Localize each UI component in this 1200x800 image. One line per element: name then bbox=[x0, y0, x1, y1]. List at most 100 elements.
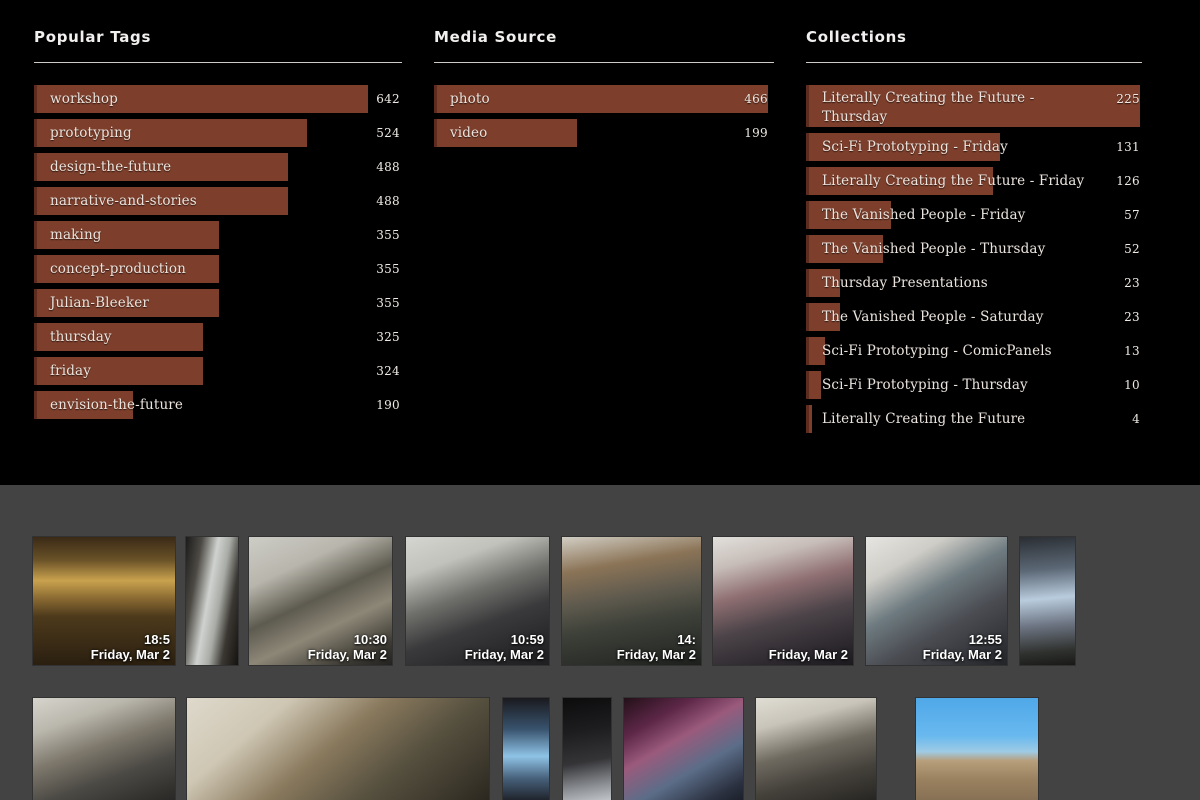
facet-count: 10 bbox=[1124, 378, 1140, 392]
facet-row[interactable]: The Vanished People - Friday 57 bbox=[804, 201, 1142, 235]
facet-divider-media-source bbox=[434, 62, 774, 63]
facet-row[interactable]: video 199 bbox=[432, 119, 774, 153]
thumbnail-panel-discussion[interactable] bbox=[756, 698, 876, 800]
facet-bar bbox=[34, 357, 203, 385]
thumbnail-image bbox=[503, 698, 549, 800]
facet-row[interactable]: Literally Creating the Future - Friday 12… bbox=[804, 167, 1142, 201]
facet-bar bbox=[34, 221, 219, 249]
thumbnail-standing-presenter[interactable]: 10:30 Friday, Mar 2 bbox=[249, 537, 392, 665]
facet-bar bbox=[806, 303, 840, 331]
facet-row[interactable]: Julian-Bleeker 355 bbox=[32, 289, 402, 323]
thumbnail-image bbox=[713, 537, 853, 665]
facet-bar bbox=[806, 133, 1000, 161]
facet-bar bbox=[806, 371, 821, 399]
thumbnail-image bbox=[186, 537, 238, 665]
facet-count: 355 bbox=[376, 228, 400, 242]
facet-row[interactable]: Sci-Fi Prototyping - Friday 131 bbox=[804, 133, 1142, 167]
facet-bar bbox=[806, 269, 840, 297]
facet-row[interactable]: Literally Creating the Future 4 bbox=[804, 405, 1142, 439]
facet-row[interactable]: Sci-Fi Prototyping - ComicPanels 13 bbox=[804, 337, 1142, 371]
thumbnail-image bbox=[406, 537, 549, 665]
facet-label: The Vanished People - Saturday bbox=[822, 309, 1044, 325]
thumbnail-image bbox=[1020, 537, 1075, 665]
thumbnail-lecture-hall[interactable]: 18:5 Friday, Mar 2 bbox=[33, 537, 175, 665]
facet-row[interactable]: concept-production 355 bbox=[32, 255, 402, 289]
facet-title-collections: Collections bbox=[806, 28, 907, 46]
facet-count: 488 bbox=[376, 160, 400, 174]
facet-count: 13 bbox=[1124, 344, 1140, 358]
thumbnail-image bbox=[624, 698, 743, 800]
facet-count: 642 bbox=[376, 92, 400, 106]
thumbnail-image bbox=[916, 698, 1038, 800]
facet-count: 488 bbox=[376, 194, 400, 208]
facet-row[interactable]: Sci-Fi Prototyping - Thursday 10 bbox=[804, 371, 1142, 405]
facet-row[interactable]: making 355 bbox=[32, 221, 402, 255]
facet-bar bbox=[34, 255, 219, 283]
thumbnail-blue-shirt-person[interactable] bbox=[1020, 537, 1075, 665]
thumbnail-purple-desk-laptop[interactable] bbox=[624, 698, 743, 800]
thumbnail-image bbox=[866, 537, 1007, 665]
facet-bar bbox=[434, 119, 577, 147]
thumbnail-image bbox=[33, 537, 175, 665]
facet-count: 4 bbox=[1132, 412, 1140, 426]
facet-bar bbox=[806, 405, 812, 433]
facet-label: Sci-Fi Prototyping - ComicPanels bbox=[822, 343, 1052, 359]
facet-label: Thursday Presentations bbox=[822, 275, 988, 291]
facet-count: 52 bbox=[1124, 242, 1140, 256]
facet-count: 57 bbox=[1124, 208, 1140, 222]
facet-count: 324 bbox=[376, 364, 400, 378]
thumbnail-grid: 18:5 Friday, Mar 2 10:30 Friday, Mar 2 10:59… bbox=[0, 485, 1200, 800]
thumbnail-screen-closeup[interactable] bbox=[503, 698, 549, 800]
thumbnail-image bbox=[33, 698, 175, 800]
thumbnail-desert-landscape[interactable] bbox=[916, 698, 1038, 800]
facet-count: 225 bbox=[1116, 92, 1140, 106]
thumbnail-image bbox=[187, 698, 489, 800]
facet-label: Literally Creating the Future bbox=[822, 411, 1026, 427]
facet-bar bbox=[34, 85, 368, 113]
facet-row[interactable]: thursday 325 bbox=[32, 323, 402, 357]
facet-row[interactable]: photo 466 bbox=[432, 85, 774, 119]
facet-bar bbox=[34, 289, 219, 317]
facet-row[interactable]: The Vanished People - Thursday 52 bbox=[804, 235, 1142, 269]
thumbnail-meeting-table[interactable]: 14: Friday, Mar 2 bbox=[562, 537, 701, 665]
facet-count: 466 bbox=[744, 92, 768, 106]
facet-bar bbox=[34, 391, 133, 419]
facet-row[interactable]: Thursday Presentations 23 bbox=[804, 269, 1142, 303]
facet-count: 23 bbox=[1124, 276, 1140, 290]
facet-count: 355 bbox=[376, 262, 400, 276]
thumbnail-seated-man-patio[interactable]: 10:59 Friday, Mar 2 bbox=[406, 537, 549, 665]
facet-row[interactable]: friday 324 bbox=[32, 357, 402, 391]
media-archive-page: Popular Tags workshop 642 prototyping 524 de… bbox=[0, 0, 1200, 800]
facet-row[interactable]: prototyping 524 bbox=[32, 119, 402, 153]
facet-row[interactable]: narrative-and-stories 488 bbox=[32, 187, 402, 221]
facet-count: 355 bbox=[376, 296, 400, 310]
facet-title-popular-tags: Popular Tags bbox=[34, 28, 152, 46]
facet-row[interactable]: Literally Creating the Future - Thursday… bbox=[804, 85, 1142, 133]
thumbnail-image bbox=[562, 537, 701, 665]
thumbnail-workshop-table[interactable]: 12:55 Friday, Mar 2 bbox=[866, 537, 1007, 665]
facet-bar bbox=[806, 235, 883, 263]
thumbnail-row-2 bbox=[0, 698, 1200, 800]
facet-count: 23 bbox=[1124, 310, 1140, 324]
facet-count: 126 bbox=[1116, 174, 1140, 188]
thumbnail-office-window[interactable] bbox=[186, 537, 238, 665]
facet-bar bbox=[806, 167, 993, 195]
thumbnail-row-1: 18:5 Friday, Mar 2 10:30 Friday, Mar 2 10:59… bbox=[0, 537, 1200, 682]
facet-count: 325 bbox=[376, 330, 400, 344]
facet-panel: Popular Tags workshop 642 prototyping 524 de… bbox=[0, 0, 1200, 485]
facet-column-media-source: Media Source photo 466 video 199 bbox=[432, 28, 774, 485]
thumbnail-classroom-group[interactable] bbox=[33, 698, 175, 800]
facet-divider-popular-tags bbox=[34, 62, 402, 63]
facet-row[interactable]: envision-the-future 190 bbox=[32, 391, 402, 425]
thumbnail-image bbox=[249, 537, 392, 665]
facet-title-media-source: Media Source bbox=[434, 28, 557, 46]
thumbnail-whiteboard-discussion[interactable] bbox=[187, 698, 489, 800]
facet-row[interactable]: design-the-future 488 bbox=[32, 153, 402, 187]
facet-count: 131 bbox=[1116, 140, 1140, 154]
thumbnail-dark-room[interactable] bbox=[563, 698, 611, 800]
thumbnail-laptop-worker[interactable]: Friday, Mar 2 bbox=[713, 537, 853, 665]
facet-bar bbox=[34, 323, 203, 351]
facet-row[interactable]: workshop 642 bbox=[32, 85, 402, 119]
facet-count: 524 bbox=[376, 126, 400, 140]
facet-row[interactable]: The Vanished People - Saturday 23 bbox=[804, 303, 1142, 337]
